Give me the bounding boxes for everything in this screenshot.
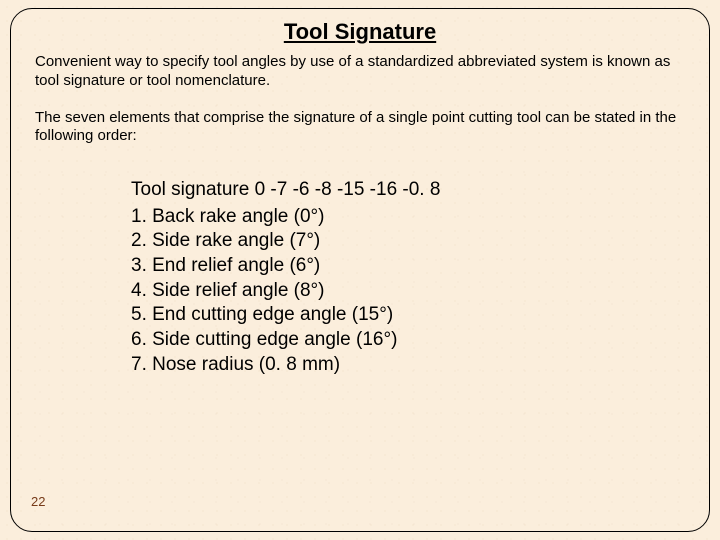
- signature-item: 3. End relief angle (6°): [131, 254, 685, 279]
- slide-title: Tool Signature: [35, 19, 685, 45]
- intro-paragraph-1: Convenient way to specify tool angles by…: [35, 53, 685, 91]
- slide: Tool Signature Convenient way to specify…: [0, 0, 720, 540]
- signature-item: 1. Back rake angle (0°): [131, 205, 685, 230]
- intro-paragraph-2: The seven elements that comprise the sig…: [35, 109, 685, 147]
- signature-block: Tool signature 0 -7 -6 -8 -15 -16 -0. 8 …: [131, 178, 685, 378]
- signature-line: Tool signature 0 -7 -6 -8 -15 -16 -0. 8: [131, 178, 685, 203]
- page-number: 22: [31, 494, 45, 509]
- signature-item: 4. Side relief angle (8°): [131, 279, 685, 304]
- signature-item: 5. End cutting edge angle (15°): [131, 303, 685, 328]
- signature-item: 2. Side rake angle (7°): [131, 229, 685, 254]
- slide-frame: Tool Signature Convenient way to specify…: [10, 8, 710, 532]
- signature-item: 7. Nose radius (0. 8 mm): [131, 353, 685, 378]
- signature-item: 6. Side cutting edge angle (16°): [131, 328, 685, 353]
